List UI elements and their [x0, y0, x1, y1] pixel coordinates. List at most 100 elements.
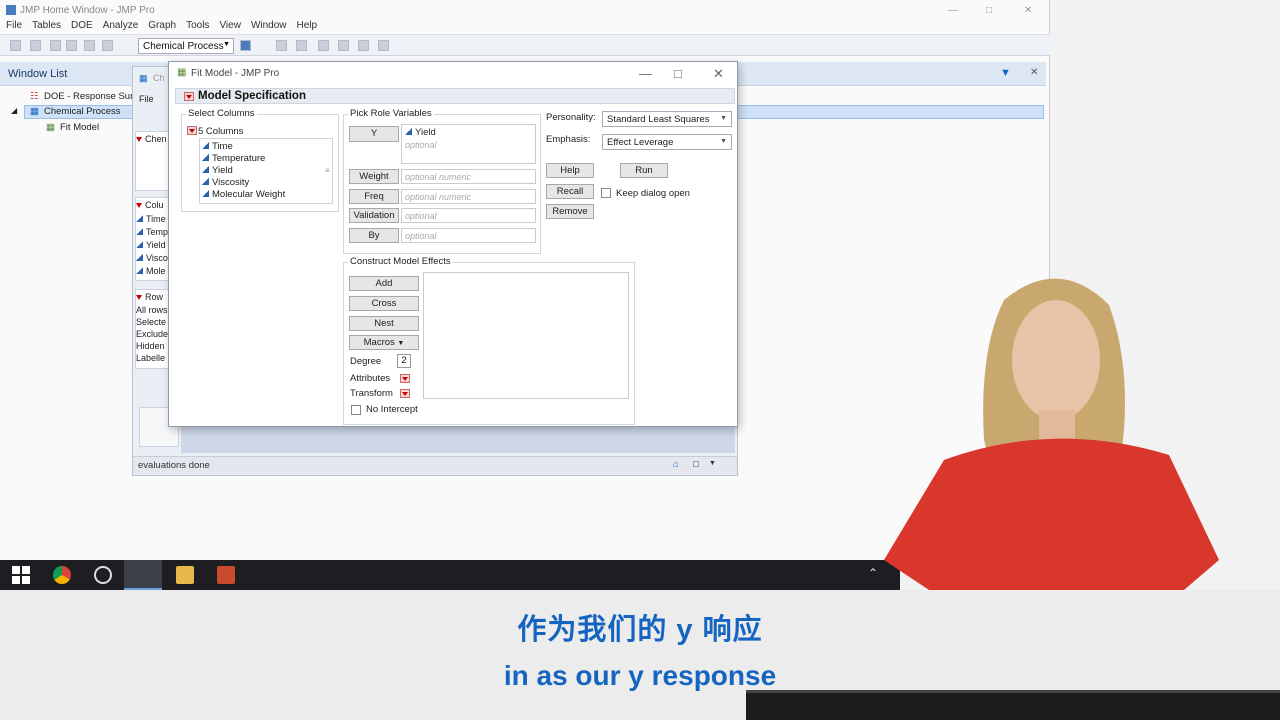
column-item-viscosity[interactable]: Viscosity [202, 177, 249, 188]
app-circle-icon[interactable] [94, 566, 112, 584]
menu-window[interactable]: Window [251, 20, 287, 34]
attributes-label: Attributes [350, 373, 391, 384]
chrome-icon[interactable] [53, 566, 71, 584]
by-role-button[interactable]: By [349, 228, 399, 243]
menu-tables[interactable]: Tables [32, 20, 61, 34]
chevron-down-icon: ▼ [397, 340, 405, 347]
columns-count: 5 Columns [198, 126, 244, 137]
table-select[interactable]: Chemical Process ▼ [138, 38, 234, 54]
menu-help[interactable]: Help [297, 20, 318, 34]
tray-chevron-up-icon[interactable]: ⌃ [868, 566, 878, 580]
table-icon[interactable] [240, 40, 251, 51]
home-icon[interactable]: ⌂ [673, 459, 679, 470]
model-spec-title: Model Specification [198, 90, 306, 102]
y-role-button[interactable]: Y [349, 126, 399, 142]
toolbar-icon-5[interactable] [338, 40, 349, 51]
personality-label: Personality: [546, 112, 596, 123]
tree-item-doe[interactable]: DOE - Response Surf [44, 91, 136, 102]
maximize-icon[interactable]: □ [674, 66, 682, 81]
no-intercept-checkbox[interactable] [351, 405, 361, 415]
toolbar-icon-2[interactable] [276, 40, 287, 51]
column-item-yield[interactable]: Yield [202, 165, 233, 176]
menu-analyze[interactable]: Analyze [103, 20, 139, 34]
cross-button[interactable]: Cross [349, 296, 419, 311]
menu-graph[interactable]: Graph [148, 20, 176, 34]
window-icon[interactable]: □ [693, 459, 699, 470]
window-list-title: Window List [8, 68, 68, 80]
print-icon[interactable] [84, 40, 95, 51]
minimize-icon[interactable]: — [639, 66, 652, 81]
attributes-red-triangle-icon[interactable] [400, 374, 410, 383]
windows-start-icon[interactable] [12, 566, 30, 584]
weight-role-field[interactable]: optional numeric [401, 169, 536, 184]
jmp-taskbar-icon[interactable] [124, 560, 162, 590]
fit-model-icon: ▦ [177, 67, 187, 78]
resize-handle-icon[interactable]: ≡ [325, 166, 330, 175]
macros-button[interactable]: Macros ▼ [349, 335, 419, 350]
filter-icon[interactable]: ▼ [1000, 67, 1011, 79]
tree-item-fit-model[interactable]: Fit Model [60, 122, 99, 133]
minimize-icon[interactable]: — [948, 5, 958, 16]
degree-input[interactable]: 2 [397, 354, 411, 368]
toolbar-icon-7[interactable] [378, 40, 389, 51]
menu-file[interactable]: File [6, 20, 22, 34]
remove-button[interactable]: Remove [546, 204, 594, 219]
maximize-icon[interactable]: □ [986, 5, 992, 16]
menu-view[interactable]: View [219, 20, 241, 34]
personality-select[interactable]: Standard Least Squares ▼ [602, 111, 732, 127]
new-script-icon[interactable] [30, 40, 41, 51]
red-triangle-menu-icon[interactable] [184, 92, 194, 101]
keep-open-checkbox[interactable] [601, 188, 611, 198]
chem-col-item: Visco [136, 253, 168, 263]
toolbar-icon-6[interactable] [358, 40, 369, 51]
construct-effects-label: Construct Model Effects [348, 256, 453, 267]
column-item-time[interactable]: Time [202, 141, 233, 152]
dialog-title: Fit Model - JMP Pro [191, 68, 280, 79]
close-panel-icon[interactable]: ✕ [1030, 67, 1038, 78]
tree-expand-icon[interactable]: ◢ [11, 106, 17, 115]
validation-role-field[interactable]: optional [401, 208, 536, 223]
open-icon[interactable] [50, 40, 61, 51]
file-explorer-icon[interactable] [176, 566, 194, 584]
columns-red-triangle-icon[interactable] [187, 126, 197, 135]
powerpoint-icon[interactable] [217, 566, 235, 584]
transform-label: Transform [350, 388, 393, 399]
close-icon[interactable]: ✕ [1024, 5, 1032, 16]
help-button[interactable]: Help [546, 163, 594, 178]
transform-red-triangle-icon[interactable] [400, 389, 410, 398]
effects-list[interactable] [423, 272, 629, 399]
fit-model-icon: ▦ [46, 122, 55, 133]
weight-role-button[interactable]: Weight [349, 169, 399, 184]
toolbar-icon-3[interactable] [296, 40, 307, 51]
nest-button[interactable]: Nest [349, 316, 419, 331]
validation-role-button[interactable]: Validation [349, 208, 399, 223]
save-icon[interactable] [66, 40, 77, 51]
freq-role-button[interactable]: Freq [349, 189, 399, 204]
new-table-icon[interactable] [10, 40, 21, 51]
chevron-down-icon: ▼ [223, 41, 230, 48]
y-role-placeholder: optional [405, 140, 437, 150]
chem-window-icon: ▦ [139, 73, 148, 83]
chevron-down-icon: ▼ [720, 115, 727, 122]
chem-row-item: Exclude [136, 329, 169, 339]
cut-icon[interactable] [102, 40, 113, 51]
chem-menu-file[interactable]: File [139, 94, 154, 104]
column-item-molecular-weight[interactable]: Molecular Weight [202, 189, 285, 200]
chevron-down-icon[interactable]: ▼ [709, 460, 716, 467]
column-item-temperature[interactable]: Temperature [202, 153, 265, 164]
menu-doe[interactable]: DOE [71, 20, 93, 34]
run-button[interactable]: Run [620, 163, 668, 178]
chem-col-item: Temp [136, 227, 168, 237]
tree-item-chemical-process[interactable]: Chemical Process [44, 106, 121, 117]
recall-button[interactable]: Recall [546, 184, 594, 199]
add-button[interactable]: Add [349, 276, 419, 291]
close-icon[interactable]: ✕ [713, 66, 724, 82]
toolbar-icon-4[interactable] [318, 40, 329, 51]
by-role-field[interactable]: optional [401, 228, 536, 243]
y-role-value: Yield [405, 127, 436, 138]
emphasis-select[interactable]: Effect Leverage ▼ [602, 134, 732, 150]
degree-label: Degree [350, 356, 382, 367]
freq-role-field[interactable]: optional numeric [401, 189, 536, 204]
chem-row-item: Selecte [136, 317, 167, 327]
menu-tools[interactable]: Tools [186, 20, 209, 34]
